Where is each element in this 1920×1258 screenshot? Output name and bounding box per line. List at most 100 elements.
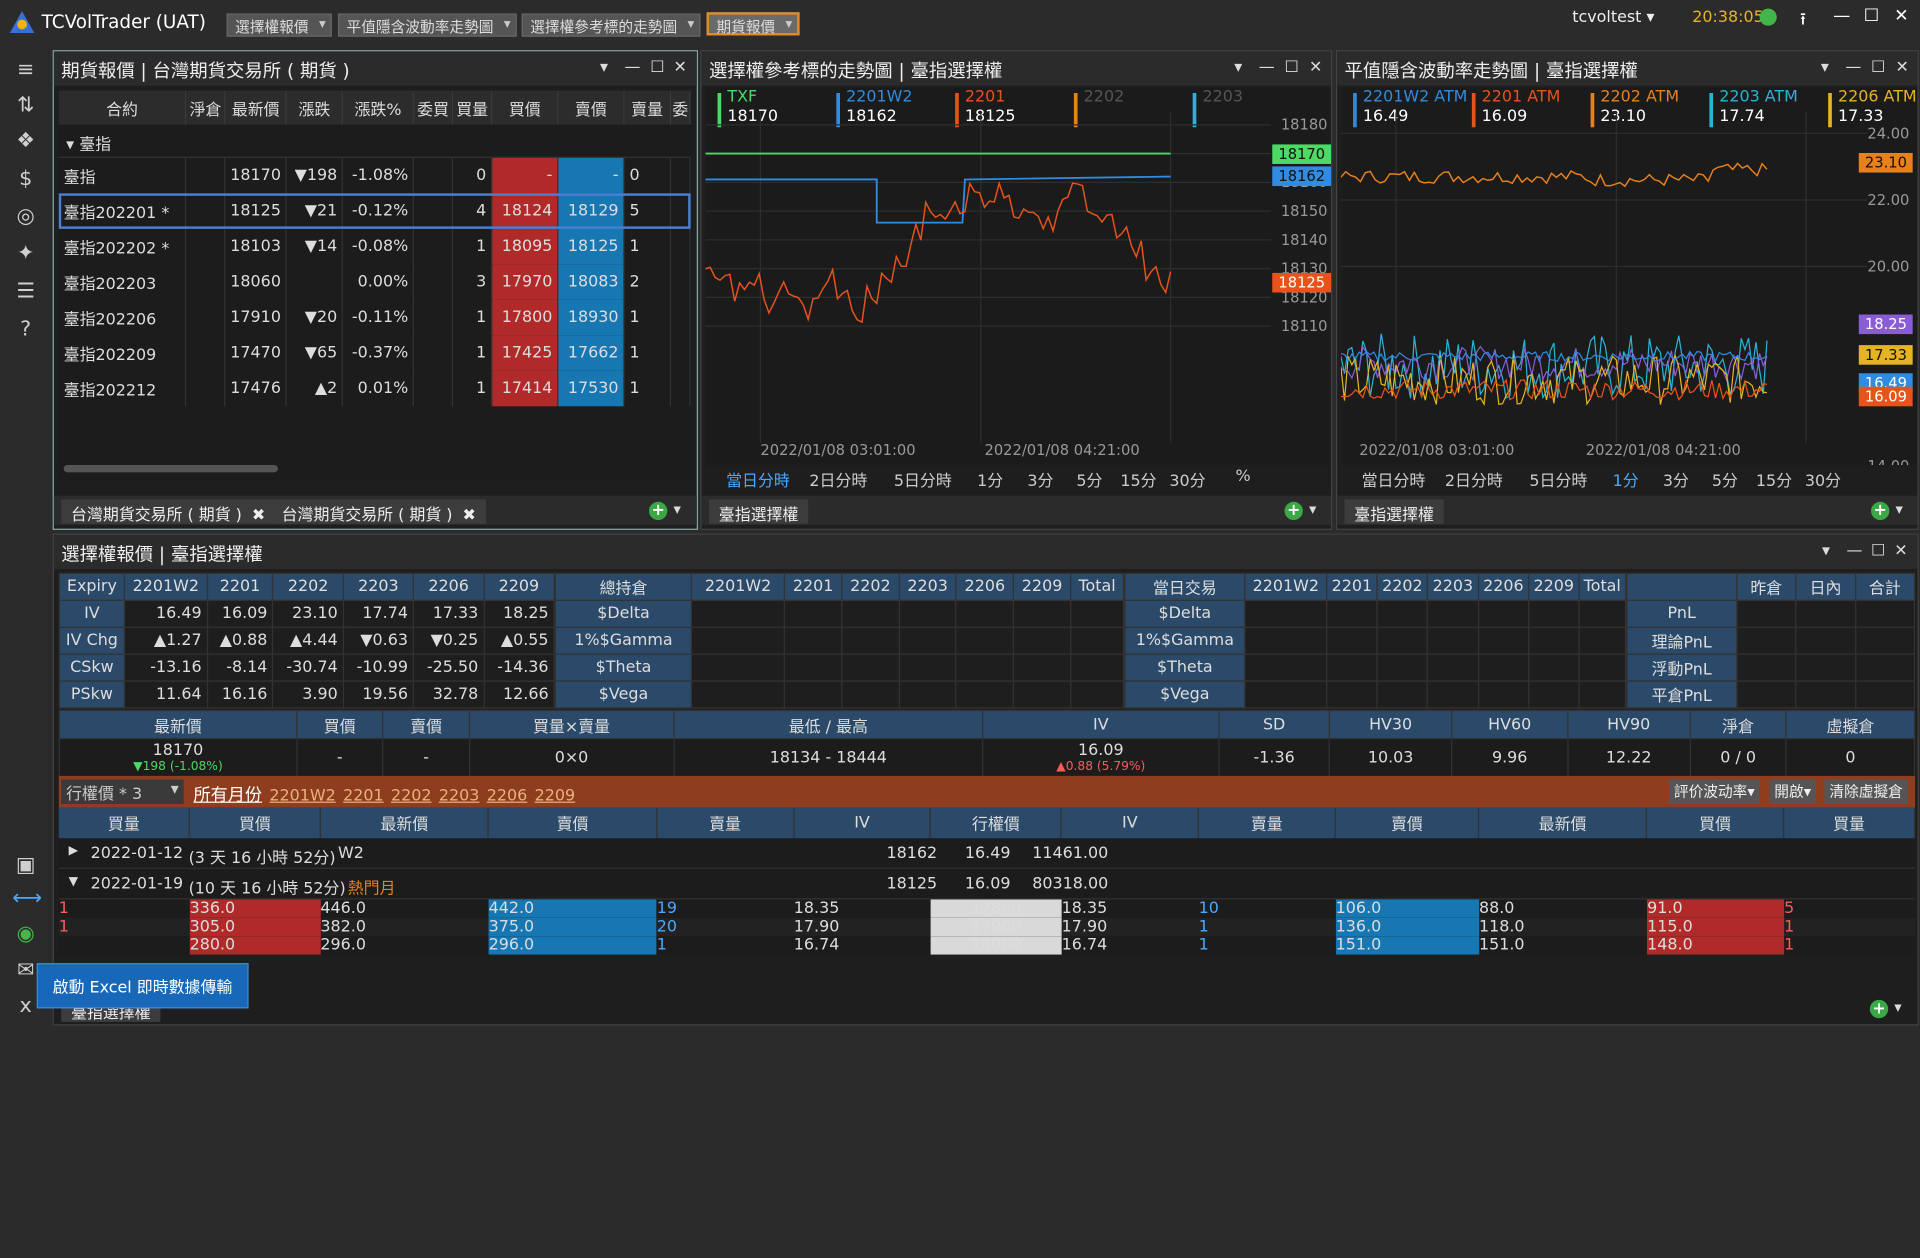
sliders-icon[interactable]: ⇅ xyxy=(12,92,39,119)
option-row[interactable]: 1 336.0 446.0 442.0 19 18.35 17800 18.35 10 106.0… xyxy=(58,899,1916,918)
expiry-row[interactable]: ▼ 2022-01-19 (10 天 16 小時 52分) 熱門月 18125 16.09… xyxy=(58,868,1916,900)
column-header[interactable]: 2201 xyxy=(206,572,274,601)
chain-column-header[interactable]: IV xyxy=(793,807,932,839)
dropdown-icon[interactable]: ▾ xyxy=(1821,59,1829,77)
add-tab-icon[interactable]: + xyxy=(1871,501,1890,521)
vol-model-select[interactable]: 評价波动率▾ xyxy=(1668,779,1760,805)
minimize-button[interactable]: — xyxy=(1833,6,1850,26)
mail-icon[interactable]: ✉ xyxy=(12,957,39,984)
timeframe-4[interactable]: 3分 xyxy=(1027,467,1053,490)
column-header[interactable]: 2202 xyxy=(272,572,344,601)
column-header[interactable]: 2201 xyxy=(783,572,843,601)
column-header[interactable]: 買價 xyxy=(491,90,559,125)
month-filter-4[interactable]: 2203 xyxy=(439,787,480,805)
select-futures-quote[interactable]: 期貨報價 xyxy=(706,12,800,36)
dropdown-icon[interactable]: ▾ xyxy=(1896,501,1903,518)
column-header[interactable]: 買量 xyxy=(452,90,493,125)
column-header[interactable]: 2203 xyxy=(1427,572,1479,601)
column-header[interactable]: 2209 xyxy=(1527,572,1580,601)
column-header[interactable]: 2206 xyxy=(412,572,485,601)
help-icon[interactable]: ? xyxy=(12,316,39,343)
select-underlying[interactable]: 選擇權參考標的走勢圖 xyxy=(521,13,701,37)
option-row[interactable]: 1 305.0 382.0 375.0 20 17.90 17900 17.90 1 136.0 1… xyxy=(58,917,1916,937)
settings-sliders-icon[interactable]: ☰ xyxy=(12,278,39,305)
month-filter-3[interactable]: 2202 xyxy=(391,787,432,805)
futures-row[interactable]: 臺指202201 * 18125 ▼21 -0.12% 4 18124 18129 5 xyxy=(58,193,691,229)
futures-row[interactable]: 臺指202203 18060 0.00% 3 17970 18083 2 xyxy=(58,264,691,300)
swap-icon[interactable]: ⟷ xyxy=(12,885,42,912)
horizontal-scrollbar[interactable] xyxy=(63,465,278,473)
timeframe-3[interactable]: 1分 xyxy=(977,467,1003,490)
column-header[interactable]: 淨倉 xyxy=(185,90,226,125)
maximize-icon[interactable]: ☐ xyxy=(1871,59,1885,77)
month-filter-5[interactable]: 2206 xyxy=(487,787,528,805)
chain-column-header[interactable]: 最新價 xyxy=(320,807,490,839)
close-icon[interactable]: ✕ xyxy=(1894,542,1907,560)
chain-column-header[interactable]: 買量 xyxy=(58,807,191,839)
column-header[interactable]: 賣價 xyxy=(557,90,625,125)
column-header[interactable]: 合約 xyxy=(58,90,187,125)
user-icon[interactable]: ◉ xyxy=(12,920,39,947)
column-header[interactable]: 2203 xyxy=(898,572,957,601)
minimize-icon[interactable]: — xyxy=(1259,59,1275,77)
chain-column-header[interactable]: 賣價 xyxy=(488,807,658,839)
column-header[interactable]: 日內 xyxy=(1795,572,1856,601)
column-header[interactable]: 2206 xyxy=(1477,572,1530,601)
save-icon[interactable]: ▣ xyxy=(12,852,39,879)
timeframe-0[interactable]: 當日分時 xyxy=(726,467,790,490)
column-header[interactable]: Total xyxy=(1070,572,1125,601)
column-header[interactable]: 最新價 xyxy=(225,90,287,125)
minimize-icon[interactable]: — xyxy=(1847,542,1863,560)
chain-column-header[interactable]: 買量 xyxy=(1783,807,1916,839)
timeframe-7[interactable]: 30分 xyxy=(1805,467,1841,490)
column-header[interactable] xyxy=(1626,572,1738,601)
dropdown-icon[interactable]: ▾ xyxy=(1234,59,1242,77)
futures-row[interactable]: 臺指202206 17910 ▼20 -0.11% 1 17800 18930 1 xyxy=(58,299,691,336)
timeframe-0[interactable]: 當日分時 xyxy=(1362,467,1426,490)
dropdown-icon[interactable]: ▾ xyxy=(1822,542,1830,560)
maximize-icon[interactable]: ☐ xyxy=(650,59,664,77)
dropdown-icon[interactable]: ▾ xyxy=(1894,999,1901,1016)
timeframe-6[interactable]: 15分 xyxy=(1120,467,1156,490)
dropdown-icon[interactable]: ▾ xyxy=(1309,501,1316,518)
chain-column-header[interactable]: 賣量 xyxy=(656,807,795,839)
chain-column-header[interactable]: 賣量 xyxy=(1198,807,1336,839)
add-tab-icon[interactable]: + xyxy=(1284,501,1303,521)
column-header[interactable]: 賣量 xyxy=(623,90,671,125)
chain-column-header[interactable]: 買價 xyxy=(1646,807,1785,839)
futures-row[interactable]: 臺指 18170 ▼198 -1.08% 0- -0 xyxy=(58,157,691,194)
month-filter-1[interactable]: 2201W2 xyxy=(269,787,335,805)
timeframe-2[interactable]: 5日分時 xyxy=(1529,467,1587,490)
user-menu[interactable]: tcvoltest ▾ xyxy=(1572,9,1654,27)
month-filter-0[interactable]: 所有月份 xyxy=(193,786,262,806)
minimize-icon[interactable]: — xyxy=(624,59,640,77)
open-select[interactable]: 開啟▾ xyxy=(1769,779,1816,805)
close-icon[interactable]: ✕ xyxy=(1896,59,1909,77)
atm-iv-chart[interactable]: 2201W2 ATM 16.49 2201 ATM 16.09 2202 ATM 23.1… xyxy=(1340,88,1917,466)
timeframe-8[interactable]: % xyxy=(1236,467,1251,485)
timeframe-7[interactable]: 30分 xyxy=(1169,467,1205,490)
month-filter-6[interactable]: 2209 xyxy=(535,787,576,805)
column-header[interactable]: Total xyxy=(1578,572,1627,601)
column-header[interactable]: 2201W2 xyxy=(1244,572,1328,601)
column-header[interactable]: 委 xyxy=(670,90,691,125)
column-header[interactable]: 2209 xyxy=(1012,572,1072,601)
list-add-icon[interactable]: ≡ xyxy=(12,56,39,83)
maximize-button[interactable]: ☐ xyxy=(1864,6,1879,26)
timeframe-5[interactable]: 5分 xyxy=(1076,467,1102,490)
pin-icon[interactable]: ⭱ xyxy=(1800,6,1806,35)
futures-row[interactable]: 臺指202212 17476 ▲2 0.01% 1 17414 17530 1 xyxy=(58,370,691,407)
clear-virtual-button[interactable]: 清除虛擬倉 xyxy=(1824,779,1908,805)
select-options-quote[interactable]: 選擇權報價 xyxy=(226,13,332,37)
timeframe-5[interactable]: 5分 xyxy=(1712,467,1738,490)
column-header[interactable]: 當日交易 xyxy=(1124,572,1246,601)
column-header[interactable]: 總持倉 xyxy=(554,572,693,601)
column-header[interactable]: 2203 xyxy=(342,572,415,601)
timeframe-2[interactable]: 5日分時 xyxy=(894,467,952,490)
chevron-right-icon[interactable]: ▶ xyxy=(69,844,78,857)
column-header[interactable]: 2202 xyxy=(841,572,900,601)
month-filter-2[interactable]: 2201 xyxy=(343,787,384,805)
timeframe-1[interactable]: 2日分時 xyxy=(1445,467,1503,490)
timeframe-4[interactable]: 3分 xyxy=(1663,467,1689,490)
strike-range-select[interactable]: 行權價 * 3 ▾ xyxy=(61,779,184,805)
